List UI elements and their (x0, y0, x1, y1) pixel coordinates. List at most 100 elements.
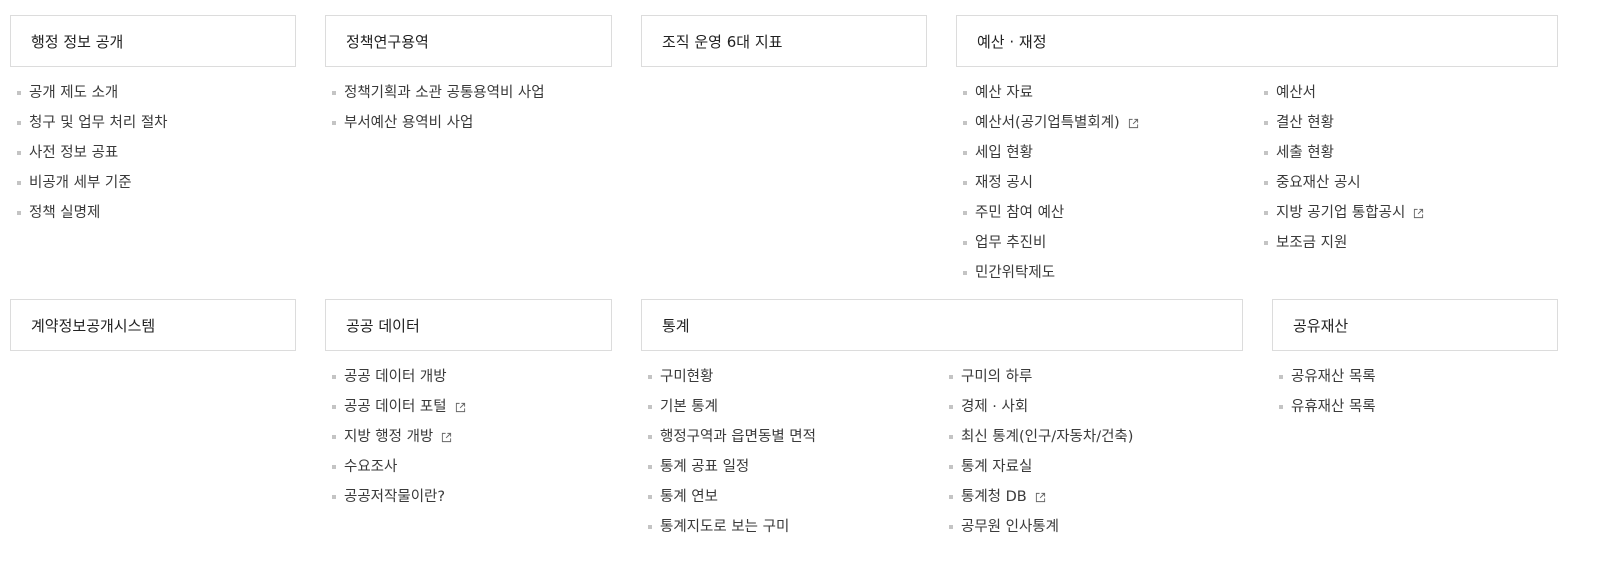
bullet-icon (648, 435, 652, 439)
external-link-icon (1035, 492, 1045, 502)
list-statistics-col2: 구미의 하루 경제 · 사회 최신 통계(인구/자동차/건축) 통계 자료실 통… (949, 362, 1133, 542)
list-item[interactable]: 예산서(공기업특별회계) (963, 108, 1139, 138)
list-budget-col2: 예산서 결산 현황 세출 현황 중요재산 공시 지방 공기업 통합공시 보조금 … (1264, 78, 1424, 258)
section-title: 계약정보공개시스템 (31, 316, 156, 335)
section-title: 정책연구용역 (346, 32, 429, 51)
bullet-icon (949, 495, 953, 499)
list-item[interactable]: 중요재산 공시 (1264, 168, 1424, 198)
list-item[interactable]: 수요조사 (332, 452, 466, 482)
list-statistics-col1: 구미현황 기본 통계 행정구역과 읍면동별 면적 통계 공표 일정 통계 연보 … (648, 362, 816, 542)
bullet-icon (648, 375, 652, 379)
section-header-budget[interactable]: 예산 · 재정 (956, 15, 1558, 67)
bullet-icon (332, 375, 336, 379)
list-item[interactable]: 비공개 세부 기준 (17, 168, 168, 198)
bullet-icon (949, 375, 953, 379)
section-header-public-property[interactable]: 공유재산 (1272, 299, 1558, 351)
section-header-admin-info[interactable]: 행정 정보 공개 (10, 15, 296, 67)
list-item[interactable]: 세출 현황 (1264, 138, 1424, 168)
bullet-icon (17, 91, 21, 95)
list-item[interactable]: 통계 공표 일정 (648, 452, 816, 482)
section-header-public-data[interactable]: 공공 데이터 (325, 299, 612, 351)
list-item[interactable]: 공공 데이터 포털 (332, 392, 466, 422)
bullet-icon (648, 405, 652, 409)
list-item[interactable]: 공개 제도 소개 (17, 78, 168, 108)
bullet-icon (1279, 405, 1283, 409)
list-item[interactable]: 공무원 인사통계 (949, 512, 1133, 542)
list-item[interactable]: 민간위탁제도 (963, 258, 1139, 288)
bullet-icon (1264, 121, 1268, 125)
list-item[interactable]: 정책기획과 소관 공통용역비 사업 (332, 78, 545, 108)
bullet-icon (648, 495, 652, 499)
bullet-icon (963, 271, 967, 275)
list-item[interactable]: 재정 공시 (963, 168, 1139, 198)
bullet-icon (17, 181, 21, 185)
list-item[interactable]: 통계청 DB (949, 482, 1133, 512)
section-header-org-indicators[interactable]: 조직 운영 6대 지표 (641, 15, 927, 67)
bullet-icon (17, 151, 21, 155)
section-title: 행정 정보 공개 (31, 32, 124, 51)
list-budget-col1: 예산 자료 예산서(공기업특별회계) 세입 현황 재정 공시 주민 참여 예산 … (963, 78, 1139, 288)
section-header-policy-research[interactable]: 정책연구용역 (325, 15, 612, 67)
list-item[interactable]: 업무 추진비 (963, 228, 1139, 258)
external-link-icon (455, 402, 465, 412)
bullet-icon (1264, 241, 1268, 245)
bullet-icon (332, 405, 336, 409)
bullet-icon (1279, 375, 1283, 379)
section-title: 예산 · 재정 (977, 32, 1047, 51)
section-header-contract[interactable]: 계약정보공개시스템 (10, 299, 296, 351)
list-item[interactable]: 청구 및 업무 처리 절차 (17, 108, 168, 138)
bullet-icon (1264, 151, 1268, 155)
list-item[interactable]: 최신 통계(인구/자동차/건축) (949, 422, 1133, 452)
page: 행정 정보 공개 정책연구용역 조직 운영 6대 지표 예산 · 재정 공개 제… (0, 0, 1620, 562)
bullet-icon (963, 121, 967, 125)
bullet-icon (332, 435, 336, 439)
bullet-icon (332, 91, 336, 95)
bullet-icon (332, 495, 336, 499)
bullet-icon (17, 121, 21, 125)
bullet-icon (949, 465, 953, 469)
list-public-property: 공유재산 목록 유휴재산 목록 (1279, 362, 1376, 422)
list-item[interactable]: 통계 연보 (648, 482, 816, 512)
list-item[interactable]: 공공저작물이란? (332, 482, 466, 512)
bullet-icon (949, 435, 953, 439)
list-item[interactable]: 세입 현황 (963, 138, 1139, 168)
list-item[interactable]: 예산서 (1264, 78, 1424, 108)
bullet-icon (963, 91, 967, 95)
external-link-icon (442, 432, 452, 442)
list-item[interactable]: 통계 자료실 (949, 452, 1133, 482)
bullet-icon (332, 465, 336, 469)
bullet-icon (963, 211, 967, 215)
section-title: 공공 데이터 (346, 316, 420, 335)
bullet-icon (17, 211, 21, 215)
bullet-icon (1264, 211, 1268, 215)
bullet-icon (963, 151, 967, 155)
list-item[interactable]: 공공 데이터 개방 (332, 362, 466, 392)
list-item[interactable]: 구미의 하루 (949, 362, 1133, 392)
list-item[interactable]: 사전 정보 공표 (17, 138, 168, 168)
list-item[interactable]: 구미현황 (648, 362, 816, 392)
list-item[interactable]: 정책 실명제 (17, 198, 168, 228)
list-item[interactable]: 보조금 지원 (1264, 228, 1424, 258)
external-link-icon (1414, 208, 1424, 218)
list-item[interactable]: 부서예산 용역비 사업 (332, 108, 545, 138)
list-item[interactable]: 예산 자료 (963, 78, 1139, 108)
list-item[interactable]: 행정구역과 읍면동별 면적 (648, 422, 816, 452)
list-public-data: 공공 데이터 개방 공공 데이터 포털 지방 행정 개방 수요조사 공공저작물이… (332, 362, 466, 512)
section-title: 조직 운영 6대 지표 (662, 32, 783, 51)
list-item[interactable]: 경제 · 사회 (949, 392, 1133, 422)
bullet-icon (949, 405, 953, 409)
list-item[interactable]: 기본 통계 (648, 392, 816, 422)
list-item[interactable]: 결산 현황 (1264, 108, 1424, 138)
list-item[interactable]: 통계지도로 보는 구미 (648, 512, 816, 542)
list-item[interactable]: 공유재산 목록 (1279, 362, 1376, 392)
bullet-icon (648, 465, 652, 469)
list-item[interactable]: 지방 공기업 통합공시 (1264, 198, 1424, 228)
list-item[interactable]: 유휴재산 목록 (1279, 392, 1376, 422)
external-link-icon (1128, 118, 1138, 128)
section-header-statistics[interactable]: 통계 (641, 299, 1243, 351)
list-item[interactable]: 주민 참여 예산 (963, 198, 1139, 228)
section-title: 통계 (662, 316, 690, 335)
list-admin-info: 공개 제도 소개 청구 및 업무 처리 절차 사전 정보 공표 비공개 세부 기… (17, 78, 168, 228)
list-item[interactable]: 지방 행정 개방 (332, 422, 466, 452)
section-title: 공유재산 (1293, 316, 1349, 335)
